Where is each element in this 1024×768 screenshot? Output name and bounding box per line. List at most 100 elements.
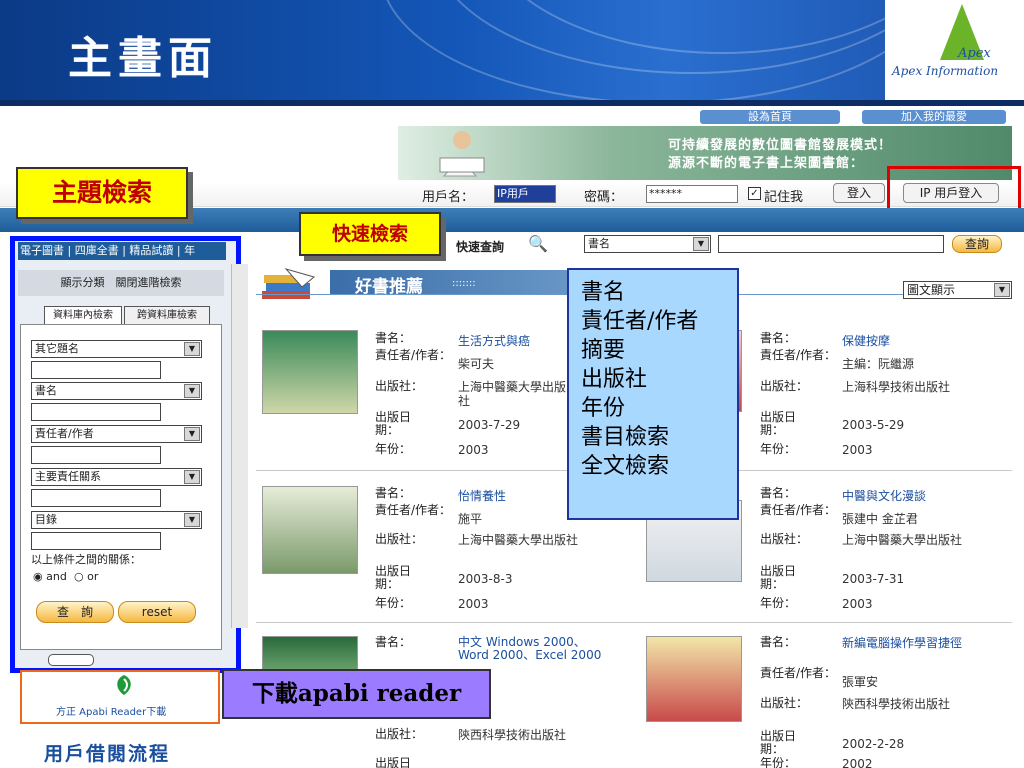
field-input-3[interactable] <box>31 446 161 464</box>
tab-in-database-search[interactable]: 資料庫內檢索 <box>44 306 122 325</box>
book-publisher: 上海中醫藥大學出版社 <box>458 533 579 547</box>
book-pubdate-label: 出版日期： <box>760 410 797 437</box>
slide-title: 主畫面 <box>68 33 218 84</box>
field-input-4[interactable] <box>31 489 161 507</box>
chevron-down-icon: ▼ <box>184 342 200 356</box>
banner-line-1: 可持續發展的數位圖書館發展模式！ <box>668 138 893 153</box>
add-favorite-link[interactable]: 加入我的最愛 <box>862 110 1006 124</box>
panel-toggle[interactable] <box>48 654 94 666</box>
book-author: 張建中 金芷君 <box>842 512 918 526</box>
field-input-1[interactable] <box>31 361 161 379</box>
classify-toggle[interactable]: 顯示分類 關閉進階檢索 <box>18 270 224 296</box>
search-fields-popup: 書名 責任者/作者 摘要 出版社 年份 書目檢索 全文檢索 <box>567 268 739 520</box>
quick-search-button[interactable]: 查詢 <box>952 235 1002 253</box>
book-title-link[interactable]: 中文 Windows 2000、Word 2000、Excel 2000 <box>458 636 608 662</box>
book-author-label: 責任者/作者： <box>760 666 837 680</box>
book-title-link[interactable]: 新編電腦操作學習捷徑 <box>842 636 992 650</box>
tab-cross-database-search[interactable]: 跨資料庫檢索 <box>124 306 210 325</box>
field-select-1[interactable]: 其它題名 ▼ <box>31 340 202 358</box>
book-pubdate: 2003-7-31 <box>842 572 905 586</box>
chevron-down-icon: ▼ <box>693 237 709 251</box>
borrow-flow-link[interactable]: 用戶借閱流程 <box>44 739 170 766</box>
recommend-dots: ::::::: <box>452 278 476 289</box>
field-select-2-value: 書名 <box>35 384 57 397</box>
popup-item[interactable]: 出版社 <box>581 365 737 394</box>
remember-checkbox[interactable]: ✓ <box>748 187 761 200</box>
quick-search-label: 快速查詢 <box>456 240 505 254</box>
book-title-label: 書名： <box>375 486 412 500</box>
row-separator <box>256 622 1012 623</box>
book-year: 2002 <box>842 757 873 768</box>
book-pubdate-label: 出版日期： <box>375 410 412 437</box>
book-year: 2003 <box>458 443 489 457</box>
book-year-label: 年份： <box>760 442 797 456</box>
set-homepage-link[interactable]: 設為首頁 <box>700 110 840 124</box>
username-label: 用戶名： <box>422 190 475 205</box>
field-select-5-value: 目錄 <box>35 513 57 526</box>
password-input[interactable]: ****** <box>646 185 738 203</box>
book-pubdate-label: 出版日期： <box>375 757 412 768</box>
chevron-down-icon: ▼ <box>184 384 200 398</box>
advanced-search-button[interactable]: 查 詢 <box>36 601 114 623</box>
radio-and[interactable]: ◉ and <box>33 570 67 583</box>
book-author: 施平 <box>458 512 483 526</box>
book-year-label: 年份： <box>375 442 412 456</box>
book-author: 柴可夫 <box>458 357 495 371</box>
login-button[interactable]: 登入 <box>833 183 885 203</box>
popup-item[interactable]: 書名 <box>581 278 737 307</box>
banner-line-2: 源源不斷的電子書上架圖書館： <box>668 156 865 171</box>
magnifier-icon: 🔍 <box>528 234 548 253</box>
quick-search-select[interactable]: 書名 ▼ <box>584 235 711 253</box>
popup-item[interactable]: 全文檢索 <box>581 452 737 481</box>
radio-and-label: and <box>46 570 67 583</box>
book-cover[interactable] <box>646 636 742 722</box>
quick-search-input[interactable] <box>718 235 944 253</box>
book-publisher-label: 出版社： <box>375 532 424 546</box>
book-publisher-label: 出版社： <box>375 379 424 393</box>
field-select-3[interactable]: 責任者/作者 ▼ <box>31 425 202 443</box>
field-input-2[interactable] <box>31 403 161 421</box>
view-mode-value: 圖文顯示 <box>907 283 956 297</box>
resource-tabs[interactable]: 電子圖書 | 四庫全書 | 精品試讀 | 年 <box>18 242 226 260</box>
radio-or[interactable]: ○ or <box>74 570 98 583</box>
chevron-down-icon: ▼ <box>184 513 200 527</box>
book-year: 2003 <box>842 443 873 457</box>
popup-item[interactable]: 書目檢索 <box>581 423 737 452</box>
popup-item[interactable]: 責任者/作者 <box>581 307 737 336</box>
book-year-label: 年份： <box>375 596 412 610</box>
apabi-leaf-icon <box>113 673 135 697</box>
book-author-label: 責任者/作者： <box>760 348 837 362</box>
book-title-label: 書名： <box>760 486 797 500</box>
book-title-label: 書名： <box>760 635 797 649</box>
chevron-down-icon: ▼ <box>184 427 200 441</box>
popup-item[interactable]: 摘要 <box>581 336 737 365</box>
field-input-5[interactable] <box>31 532 161 550</box>
field-select-4[interactable]: 主要責任關系 ▼ <box>31 468 202 486</box>
book-title-link[interactable]: 怡情養性 <box>458 487 506 504</box>
popup-item[interactable]: 年份 <box>581 394 737 423</box>
username-input[interactable]: IP用戶 <box>494 185 556 203</box>
book-title-link[interactable]: 保健按摩 <box>842 332 890 349</box>
book-cover[interactable] <box>262 330 358 414</box>
field-select-2[interactable]: 書名 ▼ <box>31 382 202 400</box>
radio-or-label: or <box>87 570 99 583</box>
apabi-download-label: 方正 Apabi Reader下載 <box>56 707 167 718</box>
book-title-link[interactable]: 中醫與文化漫談 <box>842 487 926 504</box>
remember-label: 記住我 <box>764 190 804 205</box>
book-cover[interactable] <box>262 486 358 574</box>
book-title-link[interactable]: 生活方式與癌 <box>458 332 568 349</box>
field-select-5[interactable]: 目錄 ▼ <box>31 511 202 529</box>
book-publisher-label: 出版社： <box>760 379 809 393</box>
chevron-down-icon: ▼ <box>994 283 1010 297</box>
logo-word: Apex <box>958 46 991 61</box>
view-mode-select[interactable]: 圖文顯示 ▼ <box>903 281 1012 299</box>
reading-person-image <box>430 128 490 178</box>
password-label: 密碼： <box>584 190 624 205</box>
relation-label: 以上條件之間的關係： <box>31 553 141 566</box>
radio-off-icon: ○ <box>74 570 84 583</box>
reset-button[interactable]: reset <box>118 601 196 623</box>
book-year-label: 年份： <box>760 596 797 610</box>
panel-scrollbar[interactable] <box>231 264 248 628</box>
book-publisher: 陝西科學技術出版社 <box>842 697 951 711</box>
book-year-label: 年份： <box>760 757 797 768</box>
